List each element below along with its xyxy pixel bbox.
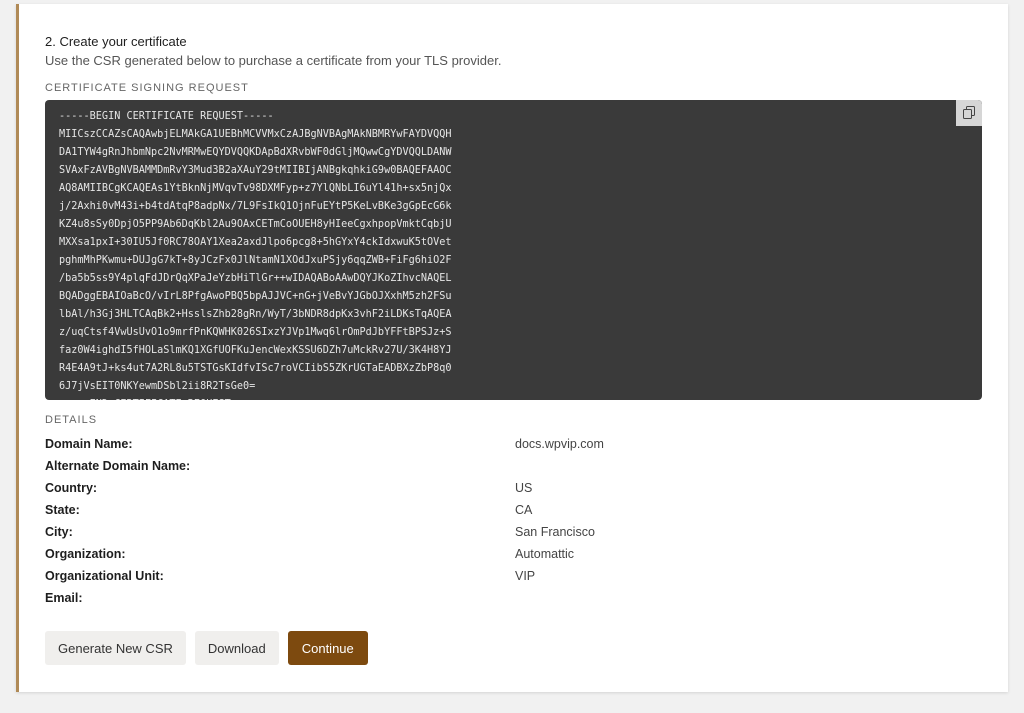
detail-row: Alternate Domain Name: — [45, 456, 985, 478]
detail-row: Organization: Automattic — [45, 544, 985, 566]
detail-label: Organizational Unit: — [45, 569, 164, 583]
csr-line: faz0W4ighdI5fHOLaSlmKQ1XGfUOFKuJencWexKS… — [59, 345, 452, 356]
detail-label: City: — [45, 525, 73, 539]
csr-line: KZ4u8sSy0DpjO5PP9Ab6DqKbl2Au9OAxCETmCoOU… — [59, 219, 452, 230]
csr-line: lbAl/h3Gj3HLTCAqBk2+HsslsZhb28gRn/WyT/3b… — [59, 309, 452, 320]
csr-line: DA1TYW4gRnJhbmNpc2NvMRMwEQYDVQQKDApBdXRv… — [59, 147, 452, 158]
details-list: Domain Name: docs.wpvip.com Alternate Doma… — [45, 434, 985, 610]
detail-value: San Francisco — [515, 525, 595, 539]
detail-label: Alternate Domain Name: — [45, 459, 191, 473]
detail-value: docs.wpvip.com — [515, 437, 604, 451]
detail-row: Domain Name: docs.wpvip.com — [45, 434, 985, 456]
detail-row: Organizational Unit: VIP — [45, 566, 985, 588]
csr-line: -----BEGIN CERTIFICATE REQUEST----- — [59, 111, 274, 122]
detail-label: Organization: — [45, 547, 126, 561]
detail-label: Domain Name: — [45, 437, 133, 451]
detail-value: CA — [515, 503, 533, 517]
detail-label: Country: — [45, 481, 98, 495]
csr-line: BQADggEBAIOaBcO/vIrL8PfgAwoPBQ5bpAJJVC+n… — [59, 291, 452, 302]
generate-new-csr-button[interactable]: Generate New CSR — [45, 631, 186, 665]
detail-value: US — [515, 481, 533, 495]
download-button[interactable]: Download — [194, 631, 279, 665]
csr-line: 6J7jVsEIT0NKYewmDSbl2ii8R2TsGe0= — [59, 381, 256, 392]
detail-row: City: San Francisco — [45, 522, 985, 544]
csr-line: SVAxFzAVBgNVBAMMDmRvY3Mud3B2aXAuY29tMIIB… — [59, 165, 452, 176]
csr-line: pghmMhPKwmu+DUJgG7kT+8yJCzFx0JlNtamN1XOd… — [59, 255, 452, 266]
csr-line: z/uqCtsf4VwUsUvO1o9mrfPnKQWHK026SIxzYJVp… — [59, 327, 452, 338]
detail-row: Email: — [45, 588, 985, 610]
detail-label: Email: — [45, 591, 83, 605]
csr-line: R4E4A9tJ+ks4ut7A2RL8u5TSTGsKIdfvISc7roVC… — [59, 363, 452, 374]
csr-line: AQ8AMIIBCgKCAQEAs1YtBknNjMVqvTv98DXMFyp+… — [59, 183, 452, 194]
csr-line: MXXsa1pxI+30IU5Jf0RC78OAY1Xea2axdJlpo6pc… — [59, 237, 452, 248]
detail-row: Country: US — [45, 478, 985, 500]
copy-button[interactable] — [956, 100, 982, 126]
detail-value: Automattic — [515, 547, 575, 561]
step-title: 2. Create your certificate — [45, 34, 187, 49]
csr-line: -----END CERTIFICATE REQUEST----- — [59, 396, 968, 400]
detail-value: VIP — [515, 569, 536, 583]
step-description: Use the CSR generated below to purchase … — [45, 53, 502, 68]
csr-line: /ba5b5ss9Y4plqFdJDrQqXPaJeYzbHiTlGr++wID… — [59, 273, 452, 284]
certificate-card: 2. Create your certificate Use the CSR g… — [16, 4, 1008, 692]
csr-section-label: CERTIFICATE SIGNING REQUEST — [45, 82, 249, 94]
csr-line: MIICszCCAZsCAQAwbjELMAkGA1UEBhMCVVMxCzAJ… — [59, 129, 452, 140]
csr-text: -----BEGIN CERTIFICATE REQUEST----- MIICs… — [59, 108, 968, 400]
action-buttons: Generate New CSR Download Continue — [45, 631, 368, 665]
details-section-label: DETAILS — [45, 414, 98, 426]
detail-label: State: — [45, 503, 80, 517]
detail-row: State: CA — [45, 500, 985, 522]
csr-line: j/2Axhi0vM43i+b4tdAtqP8adpNx/7L9FsIkQ1Oj… — [59, 201, 452, 212]
continue-button[interactable]: Continue — [287, 631, 368, 665]
csr-code-block[interactable]: -----BEGIN CERTIFICATE REQUEST----- MIICs… — [45, 100, 982, 400]
